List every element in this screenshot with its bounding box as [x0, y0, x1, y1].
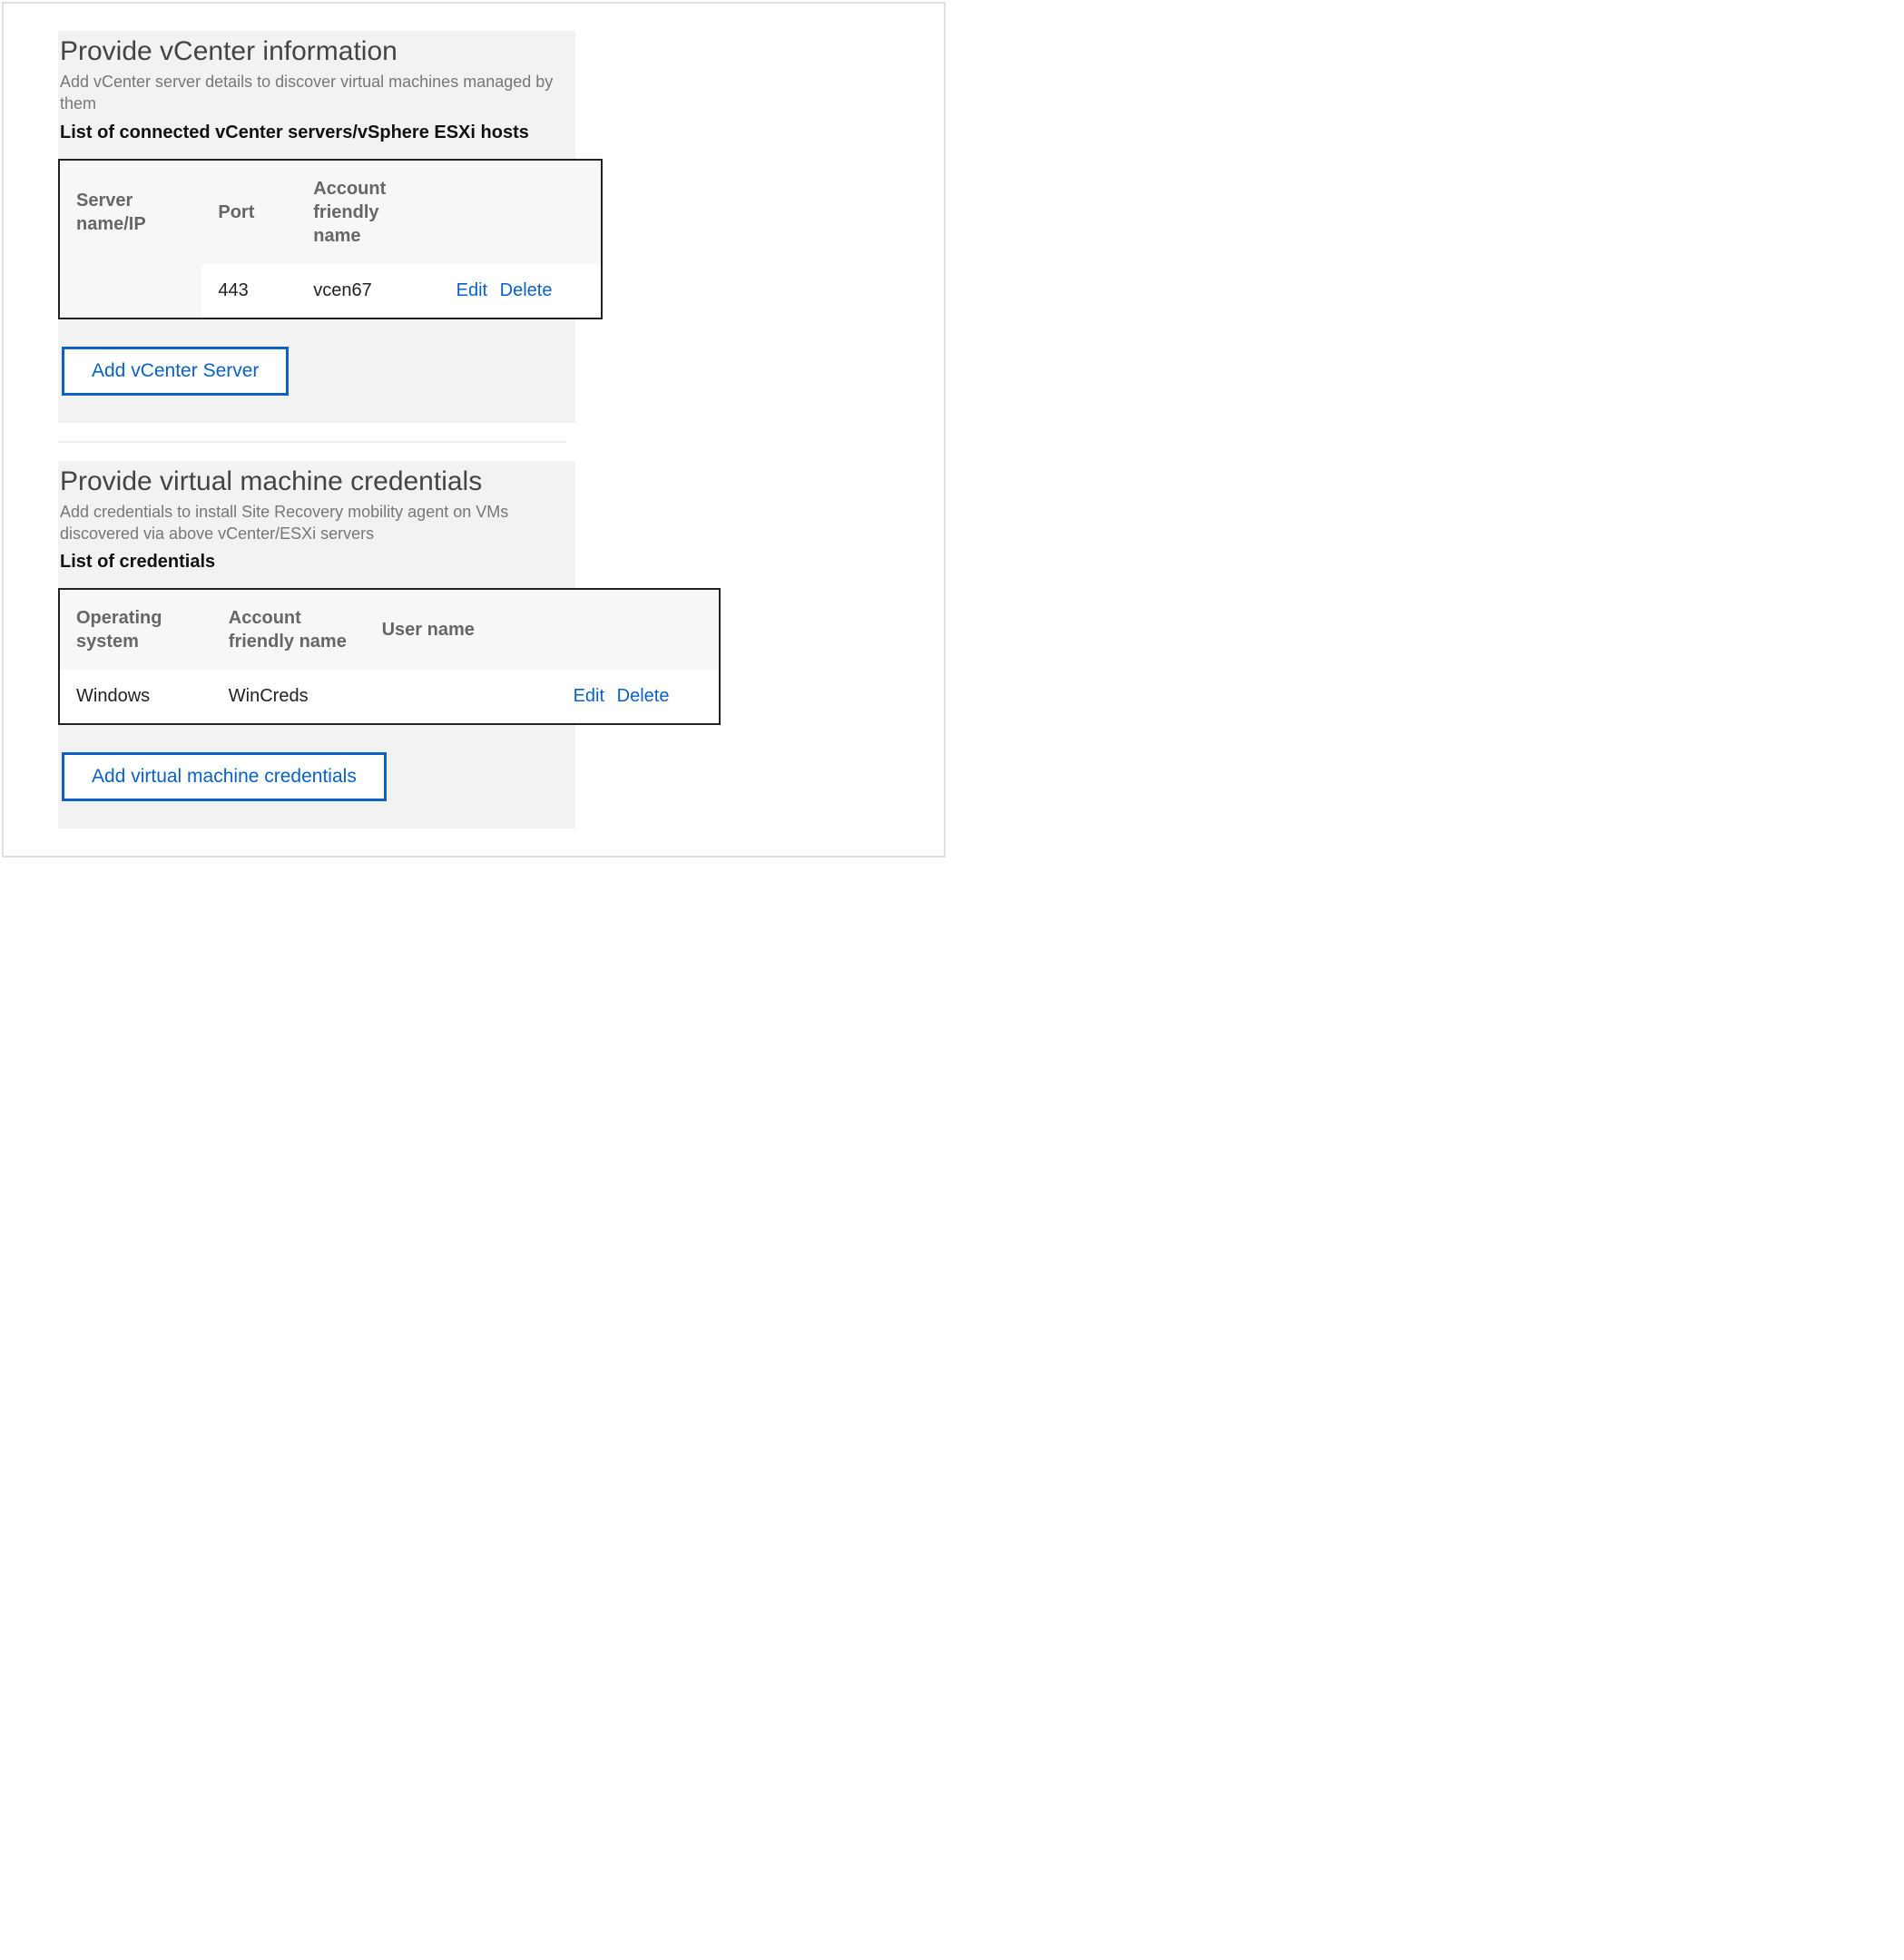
cell-actions: Edit Delete — [440, 264, 602, 318]
vcenter-panel: Provide vCenter information Add vCenter … — [58, 31, 575, 423]
vcenter-table: Server name/IP Port Account friendly nam… — [58, 159, 603, 319]
add-vm-credentials-button[interactable]: Add virtual machine credentials — [62, 752, 387, 801]
vcenter-description: Add vCenter server details to discover v… — [58, 71, 575, 121]
section-divider — [58, 441, 566, 443]
cell-os: Windows — [59, 670, 212, 724]
col-user-name: User name — [366, 589, 557, 670]
cell-actions: Edit Delete — [557, 670, 720, 724]
edit-link[interactable]: Edit — [574, 686, 612, 706]
col-account-name: Account friendly name — [297, 160, 439, 264]
vcenter-list-label: List of connected vCenter servers/vSpher… — [58, 121, 575, 153]
vmcred-row: Windows WinCreds Edit Delete — [59, 670, 720, 724]
cell-account-name: vcen67 — [297, 264, 439, 318]
vmcred-table: Operating system Account friendly name U… — [58, 588, 721, 725]
vmcred-panel: Provide virtual machine credentials Add … — [58, 461, 575, 829]
delete-link[interactable]: Delete — [617, 686, 677, 706]
vcenter-header-row: Server name/IP Port Account friendly nam… — [59, 160, 602, 264]
col-actions — [440, 160, 602, 264]
cell-port: 443 — [201, 264, 297, 318]
vmcred-table-wrap: Operating system Account friendly name U… — [58, 588, 575, 725]
col-actions — [557, 589, 720, 670]
add-vcenter-button[interactable]: Add vCenter Server — [62, 347, 289, 396]
cell-account-name: WinCreds — [212, 670, 366, 724]
col-os: Operating system — [59, 589, 212, 670]
col-port: Port — [201, 160, 297, 264]
vcenter-title: Provide vCenter information — [58, 31, 575, 71]
edit-link[interactable]: Edit — [456, 280, 495, 300]
cell-user-name — [366, 670, 557, 724]
config-page: Provide vCenter information Add vCenter … — [2, 2, 946, 858]
vmcred-title: Provide virtual machine credentials — [58, 461, 575, 501]
vmcred-list-label: List of credentials — [58, 550, 575, 583]
vcenter-table-wrap: Server name/IP Port Account friendly nam… — [58, 159, 575, 319]
vcenter-row: 443 vcen67 Edit Delete — [59, 264, 602, 318]
vmcred-description: Add credentials to install Site Recovery… — [58, 501, 575, 551]
col-server-name: Server name/IP — [59, 160, 201, 264]
col-account-name: Account friendly name — [212, 589, 366, 670]
vmcred-header-row: Operating system Account friendly name U… — [59, 589, 720, 670]
cell-server-name — [59, 264, 201, 318]
delete-link[interactable]: Delete — [500, 280, 560, 300]
